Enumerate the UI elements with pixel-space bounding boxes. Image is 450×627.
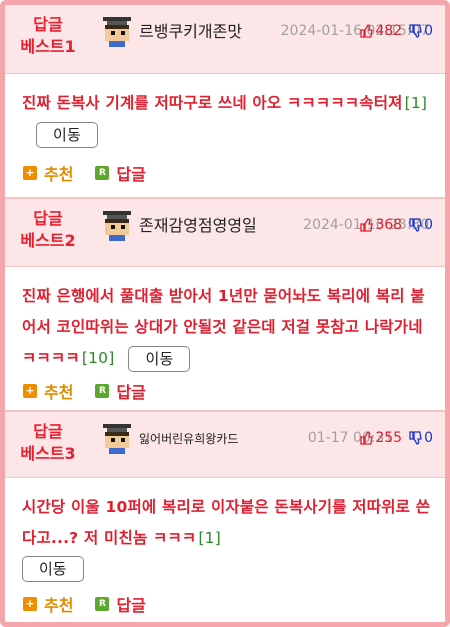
reply-label: 답글 — [116, 383, 146, 402]
like-count: 368 — [375, 217, 403, 233]
thumbs-down-icon[interactable] — [408, 24, 422, 38]
r-square-icon: R — [95, 384, 110, 398]
recommend-button[interactable]: + 추천 — [23, 592, 73, 616]
reply-button[interactable]: R 답글 — [95, 161, 146, 185]
best-badge: 답글 베스트1 — [13, 14, 83, 58]
thumbs-down-icon[interactable] — [408, 218, 422, 232]
like-count: 255 — [375, 430, 403, 446]
r-square-icon: R — [95, 166, 110, 180]
recommend-button[interactable]: + 추천 — [23, 379, 73, 403]
recommend-button[interactable]: + 추천 — [23, 161, 73, 185]
avatar-icon[interactable] — [101, 17, 133, 47]
plus-square-icon: + — [23, 166, 37, 180]
badge-label-bottom: 베스트2 — [20, 231, 76, 250]
comment-header: 답글 베스트3 잃어버린유희왕카드 01-17 00:31 255 0 — [5, 412, 445, 478]
r-square-icon: R — [95, 597, 110, 611]
reply-count: [10] — [81, 349, 115, 367]
move-button[interactable]: 이동 — [36, 121, 99, 148]
nickname-link[interactable]: 잃어버린유희왕카드 — [139, 430, 238, 447]
comment-body: 진짜 은행에서 풀대출 받아서 1년만 묻어놔도 복리에 복리 붙어서 코인따위… — [5, 267, 445, 374]
comment-body: 시간당 이울 10퍼에 복리로 이자붙은 돈복사기를 저따위로 쓴다고...? … — [5, 478, 445, 582]
thumbs-up-icon[interactable] — [359, 431, 374, 445]
nickname-link[interactable]: 르뱅쿠키개존맛 — [139, 18, 242, 42]
avatar-icon[interactable] — [101, 211, 133, 241]
dislike-count: 0 — [424, 217, 433, 233]
comment-meta: 2024-01-16 23:30 368 0 — [303, 217, 433, 233]
best-badge: 답글 베스트3 — [13, 421, 83, 465]
comment-actions: + 추천 R 답글 — [23, 592, 168, 616]
dislike-count: 0 — [424, 23, 433, 39]
best-comments-panel: 답글 베스트1 르뱅쿠키개존맛 2024-01-16 02:15:07 482 … — [0, 0, 450, 627]
comment-meta: 2024-01-16 02:15:07 482 0 — [281, 23, 433, 39]
comment-actions: + 추천 R 답글 — [23, 379, 168, 403]
dislike-count: 0 — [424, 430, 433, 446]
thumbs-up-icon[interactable] — [359, 24, 374, 38]
recommend-label: 추천 — [44, 165, 74, 184]
reply-label: 답글 — [116, 596, 146, 615]
comment-actions: + 추천 R 답글 — [23, 161, 168, 185]
comment-header: 답글 베스트2 존재감영점영영일 2024-01-16 23:30 368 0 — [5, 199, 445, 267]
best-badge: 답글 베스트2 — [13, 208, 83, 252]
badge-label-top: 답글 — [33, 15, 63, 34]
nickname-link[interactable]: 존재감영점영영일 — [139, 212, 257, 236]
like-count: 482 — [375, 23, 403, 39]
comment-date: 2024-01-16 02:15:07 — [280, 23, 430, 39]
plus-square-icon: + — [23, 597, 37, 611]
best-comment-1: 답글 베스트1 르뱅쿠키개존맛 2024-01-16 02:15:07 482 … — [5, 5, 445, 197]
thumbs-down-icon[interactable] — [408, 431, 422, 445]
move-button[interactable]: 이동 — [22, 556, 84, 582]
recommend-label: 추천 — [44, 596, 74, 615]
reply-button[interactable]: R 답글 — [95, 592, 146, 616]
comment-meta: 01-17 00:31 255 0 — [308, 430, 433, 446]
badge-label-bottom: 베스트3 — [20, 444, 76, 463]
plus-square-icon: + — [23, 384, 37, 398]
reply-label: 답글 — [116, 165, 146, 184]
reply-count: [1] — [404, 94, 428, 112]
recommend-label: 추천 — [44, 383, 74, 402]
comment-text: 진짜 돈복사 기계를 저따구로 쓰네 아오 ㅋㅋㅋㅋㅋ속터져 — [22, 94, 403, 112]
best-comment-2: 답글 베스트2 존재감영점영영일 2024-01-16 23:30 368 0 — [5, 197, 445, 410]
badge-label-top: 답글 — [33, 209, 63, 228]
reply-count: [1] — [198, 529, 221, 547]
thumbs-up-icon[interactable] — [359, 218, 374, 232]
badge-label-top: 답글 — [33, 422, 63, 441]
comment-body: 진짜 돈복사 기계를 저따구로 쓰네 아오 ㅋㅋㅋㅋㅋ속터져 [1] 이동 — [5, 74, 445, 150]
best-comment-3: 답글 베스트3 잃어버린유희왕카드 01-17 00:31 255 0 시간당 … — [5, 410, 445, 622]
reply-button[interactable]: R 답글 — [95, 379, 146, 403]
move-button[interactable]: 이동 — [128, 345, 191, 372]
comment-text: 시간당 이울 10퍼에 복리로 이자붙은 돈복사기를 저따위로 쓴다고...? … — [22, 498, 431, 547]
avatar-icon[interactable] — [101, 424, 133, 454]
comment-header: 답글 베스트1 르뱅쿠키개존맛 2024-01-16 02:15:07 482 … — [5, 5, 445, 74]
badge-label-bottom: 베스트1 — [20, 37, 76, 56]
